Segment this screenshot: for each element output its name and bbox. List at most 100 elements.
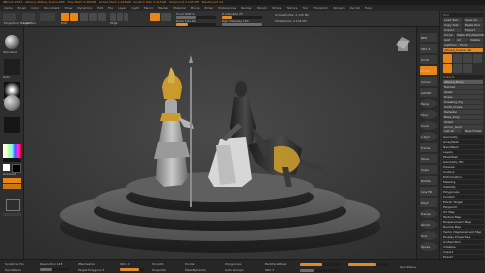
save-as-button[interactable]: Save As bbox=[464, 18, 483, 22]
section-import[interactable]: Import bbox=[442, 250, 484, 254]
draw-size-slider[interactable] bbox=[176, 23, 216, 26]
all-button[interactable]: All bbox=[456, 38, 468, 42]
bottom-slider-3[interactable] bbox=[348, 263, 388, 266]
shelf-bpr-button[interactable]: BPR bbox=[420, 33, 437, 42]
tool-palette-header[interactable]: Tool bbox=[442, 13, 484, 17]
zsub-button[interactable] bbox=[161, 13, 171, 21]
shelf-polyf-button[interactable]: PolyF bbox=[420, 198, 437, 207]
lightbox-button[interactable] bbox=[22, 13, 35, 21]
copy-tool-button[interactable]: Copy Tool bbox=[443, 23, 462, 27]
section-fibermesh[interactable]: FiberMesh bbox=[442, 155, 484, 159]
color-picker[interactable] bbox=[3, 144, 21, 158]
project-all-button[interactable]: ProjectAll bbox=[152, 268, 166, 272]
goz-button[interactable]: GoZ bbox=[443, 38, 455, 42]
section-layers[interactable]: Layers bbox=[442, 150, 484, 154]
subtool-item[interactable]: Spear bbox=[443, 90, 483, 94]
list-all-button[interactable]: List All bbox=[443, 129, 462, 133]
material-icon[interactable] bbox=[4, 95, 20, 111]
switch-color-button[interactable] bbox=[3, 178, 21, 183]
shelf-frame-button[interactable]: Frame bbox=[420, 143, 437, 152]
subtool-header[interactable]: Subtool bbox=[442, 75, 484, 79]
polygroups-button[interactable]: Polygroups bbox=[225, 262, 241, 266]
load-tool-button[interactable]: Load Tool bbox=[443, 18, 462, 22]
section-unified-skin[interactable]: Unified Skin bbox=[442, 240, 484, 244]
subtool-item[interactable]: Pedestal bbox=[443, 110, 483, 114]
shelf-aahalf-button[interactable]: AAHalf bbox=[420, 88, 437, 97]
section-nanomesh[interactable]: NanoMesh bbox=[442, 145, 484, 149]
mrgb-button[interactable] bbox=[110, 13, 116, 21]
shelf-persp-button[interactable]: Persp bbox=[420, 99, 437, 108]
document-canvas[interactable] bbox=[24, 27, 416, 259]
stroke-icon[interactable] bbox=[4, 59, 20, 75]
zremesher-button[interactable]: ZRemesher bbox=[78, 262, 95, 266]
visible-button[interactable]: Visible bbox=[469, 38, 483, 42]
shelf-transp-button[interactable]: Transp bbox=[420, 209, 437, 218]
shelf-l-sym-button[interactable]: L.Sym bbox=[420, 132, 437, 141]
subtool-item[interactable]: Athena_Body bbox=[443, 80, 483, 84]
subtool-item[interactable]: Base_Ring bbox=[443, 115, 483, 119]
shelf-line-fill-button[interactable]: Line Fill bbox=[420, 187, 437, 196]
section-display-properties[interactable]: Display Properties bbox=[442, 235, 484, 239]
section-morph-target[interactable]: Morph Target bbox=[442, 200, 484, 204]
bottom-slider-1[interactable] bbox=[300, 263, 340, 266]
rotate-button[interactable] bbox=[98, 13, 106, 21]
section-preview[interactable]: Preview bbox=[442, 165, 484, 169]
backface-mask-button[interactable]: BackfaceMask bbox=[265, 262, 286, 266]
section-deformation[interactable]: Deformation bbox=[442, 175, 484, 179]
tool-thumb-5[interactable] bbox=[443, 64, 452, 73]
viewport-scene[interactable] bbox=[24, 27, 416, 259]
section-initialize[interactable]: Initialize bbox=[442, 245, 484, 249]
section-geometry-hd[interactable]: Geometry HD bbox=[442, 160, 484, 164]
shelf-move-button[interactable]: Move bbox=[420, 154, 437, 163]
section-displacement-map[interactable]: Displacement Map bbox=[442, 220, 484, 224]
current-tool-thumb[interactable] bbox=[443, 54, 452, 63]
shelf-ghost-button[interactable]: Ghost bbox=[420, 220, 437, 229]
divide-button[interactable]: Divide bbox=[185, 262, 195, 266]
subtool-item[interactable]: Helmet bbox=[443, 85, 483, 89]
shelf-actual-button[interactable]: Actual bbox=[420, 77, 437, 86]
paste-tool-button[interactable]: Paste Tool bbox=[464, 23, 483, 27]
mask-by-cavity-button[interactable]: MaskByCavity bbox=[185, 268, 206, 272]
section-masking[interactable]: Masking bbox=[442, 180, 484, 184]
subtool-item[interactable]: Shield bbox=[443, 120, 483, 124]
subtool-item[interactable]: Dress bbox=[443, 95, 483, 99]
section-polypaint[interactable]: Polypaint bbox=[442, 205, 484, 209]
tool-thumb-4[interactable] bbox=[473, 54, 482, 63]
shelf-xpose-button[interactable]: Xpose bbox=[420, 242, 437, 251]
shelf-local-button[interactable]: Local bbox=[420, 121, 437, 130]
smooth-button[interactable]: Smooth bbox=[152, 262, 164, 266]
main-color-swatch[interactable] bbox=[3, 164, 10, 171]
brush-icon[interactable] bbox=[5, 35, 19, 49]
quick-sketch-button[interactable] bbox=[40, 13, 55, 21]
move-button[interactable] bbox=[80, 13, 88, 21]
lightbox-tools-button[interactable]: Lightbox › Tools bbox=[443, 43, 483, 47]
shelf-scale-button[interactable]: Scale bbox=[420, 165, 437, 174]
texture-icon[interactable] bbox=[4, 117, 20, 133]
quicksave-button[interactable]: QuickSave bbox=[400, 265, 416, 269]
current-tool-slider[interactable]: Athena_Scene: 48 bbox=[443, 48, 483, 52]
bottom-slider-2[interactable] bbox=[300, 269, 340, 272]
tool-thumb-7[interactable] bbox=[463, 64, 472, 73]
auto-groups-button[interactable]: Auto Groups bbox=[225, 268, 244, 272]
section-normal-map[interactable]: Normal Map bbox=[442, 225, 484, 229]
edit-button[interactable] bbox=[61, 13, 69, 21]
shelf-rotate-button[interactable]: Rotate bbox=[420, 176, 437, 185]
subtool-item[interactable]: Cloth_Drape bbox=[443, 105, 483, 109]
section-vector-displacement-map[interactable]: Vector Displacement Map bbox=[442, 230, 484, 234]
scale-button[interactable] bbox=[89, 13, 97, 21]
draw-button[interactable] bbox=[70, 13, 78, 21]
section-uv-map[interactable]: UV Map bbox=[442, 210, 484, 214]
left-shelf-button[interactable] bbox=[3, 213, 21, 216]
import-button[interactable]: Import bbox=[443, 28, 462, 32]
clone-button[interactable]: Clone bbox=[443, 33, 455, 37]
section-polygroups[interactable]: Polygroups bbox=[442, 190, 484, 194]
snapshot-icon[interactable] bbox=[6, 199, 20, 211]
shelf-scroll-button[interactable]: Scroll bbox=[420, 55, 437, 64]
section-visibility[interactable]: Visibility bbox=[442, 185, 484, 189]
export-button[interactable]: Export bbox=[464, 28, 483, 32]
tool-thumb-3[interactable] bbox=[463, 54, 472, 63]
shelf-spix-3-button[interactable]: SPix 3 bbox=[420, 44, 437, 53]
section-geometry[interactable]: Geometry bbox=[442, 135, 484, 139]
projection-master-button[interactable] bbox=[3, 13, 16, 21]
sdiv-slider[interactable] bbox=[120, 268, 144, 271]
